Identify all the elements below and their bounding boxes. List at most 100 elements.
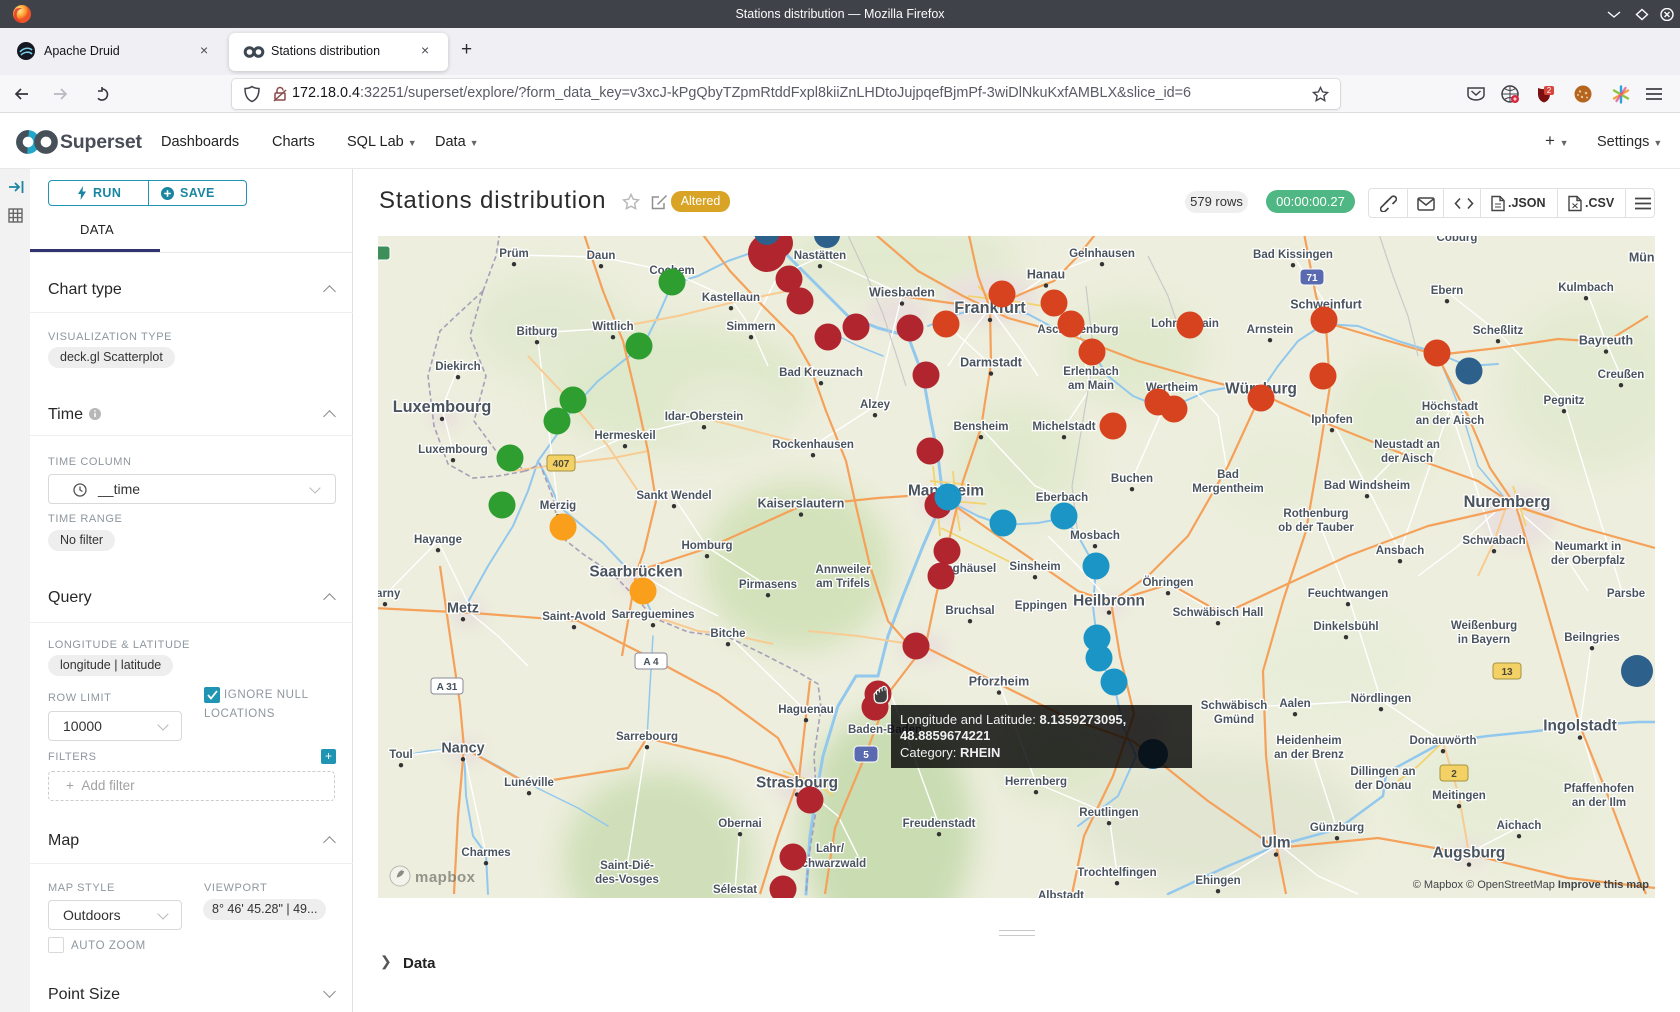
svg-text:2: 2 <box>1547 86 1552 95</box>
svg-text:Feuchtwangen: Feuchtwangen <box>1308 588 1389 600</box>
svg-text:Homburg: Homburg <box>681 540 732 552</box>
svg-text:Ulm: Ulm <box>1261 835 1290 852</box>
svg-text:Sarrebourg: Sarrebourg <box>616 731 678 743</box>
svg-text:an der Brenz: an der Brenz <box>1274 749 1344 761</box>
svg-text:Buchen: Buchen <box>1111 473 1153 485</box>
svg-text:2: 2 <box>1451 769 1457 780</box>
svg-text:Dinkelsbühl: Dinkelsbühl <box>1313 621 1378 633</box>
svg-text:Saarbrücken: Saarbrücken <box>589 564 682 581</box>
svg-text:Nastätten: Nastätten <box>794 250 846 262</box>
svg-text:Darmstadt: Darmstadt <box>960 356 1023 370</box>
svg-text:Iphofen: Iphofen <box>1311 414 1353 426</box>
svg-text:Lahr/: Lahr/ <box>816 843 845 855</box>
svg-text:Schwabach: Schwabach <box>1462 535 1525 547</box>
svg-text:Parsbe: Parsbe <box>1607 588 1645 600</box>
svg-text:Ingolstadt: Ingolstadt <box>1543 718 1617 735</box>
svg-text:13: 13 <box>1501 667 1513 678</box>
svg-text:Bayreuth: Bayreuth <box>1579 334 1633 348</box>
svg-text:Metz: Metz <box>447 600 479 616</box>
svg-text:Mergentheim: Mergentheim <box>1192 483 1264 495</box>
svg-text:Gmünd: Gmünd <box>1214 714 1254 726</box>
svg-text:Bad: Bad <box>1217 469 1239 481</box>
svg-text:der Oberpfalz: der Oberpfalz <box>1551 555 1625 567</box>
svg-text:Schwäbisch Hall: Schwäbisch Hall <box>1173 607 1264 619</box>
svg-text:Sélestat: Sélestat <box>713 884 757 896</box>
svg-text:Scheßlitz: Scheßlitz <box>1473 325 1524 337</box>
svg-text:Gelnhausen: Gelnhausen <box>1069 248 1135 260</box>
svg-text:Haguenau: Haguenau <box>778 704 834 716</box>
svg-text:Luxembourg: Luxembourg <box>418 444 488 456</box>
svg-text:Nuremberg: Nuremberg <box>1464 493 1551 511</box>
svg-text:der Donau: der Donau <box>1355 780 1412 792</box>
svg-text:Kulmbach: Kulmbach <box>1558 282 1614 294</box>
svg-text:Reutlingen: Reutlingen <box>1079 807 1138 819</box>
svg-text:Rockenhausen: Rockenhausen <box>772 439 854 451</box>
svg-text:Wiesbaden: Wiesbaden <box>869 286 935 300</box>
svg-text:Ansbach: Ansbach <box>1376 545 1425 557</box>
svg-text:Merzig: Merzig <box>540 500 576 512</box>
svg-text:Günzburg: Günzburg <box>1310 822 1364 834</box>
svg-text:Ebern: Ebern <box>1431 285 1464 297</box>
svg-text:ob der Tauber: ob der Tauber <box>1278 522 1354 534</box>
svg-text:A 31: A 31 <box>437 682 458 693</box>
svg-text:Hayange: Hayange <box>414 534 462 546</box>
svg-text:Augsburg: Augsburg <box>1433 845 1506 862</box>
svg-text:Sinsheim: Sinsheim <box>1009 561 1060 573</box>
svg-text:Heilbronn: Heilbronn <box>1073 593 1145 610</box>
svg-text:Nancy: Nancy <box>441 740 484 756</box>
svg-text:Münch: Münch <box>1629 251 1655 265</box>
svg-text:Hanau: Hanau <box>1027 268 1065 282</box>
svg-text:Wittlich: Wittlich <box>592 321 633 333</box>
svg-text:Kastellaun: Kastellaun <box>702 292 760 304</box>
svg-text:A 4: A 4 <box>643 657 659 668</box>
svg-text:Michelstadt: Michelstadt <box>1032 421 1095 433</box>
svg-text:Albstadt: Albstadt <box>1038 890 1084 898</box>
svg-text:Neustadt an: Neustadt an <box>1374 439 1440 451</box>
svg-text:Diekirch: Diekirch <box>435 361 480 373</box>
svg-text:Heidenheim: Heidenheim <box>1276 735 1341 747</box>
svg-text:Alzey: Alzey <box>860 399 891 411</box>
svg-text:Simmern: Simmern <box>726 321 775 333</box>
svg-text:Bitburg: Bitburg <box>517 326 558 338</box>
svg-text:Arnstein: Arnstein <box>1247 324 1294 336</box>
svg-text:Obernai: Obernai <box>718 818 761 830</box>
svg-text:Toul: Toul <box>389 749 412 761</box>
svg-text:Pegnitz: Pegnitz <box>1544 395 1585 407</box>
svg-text:an der Aisch: an der Aisch <box>1416 415 1485 427</box>
svg-text:Dillingen an: Dillingen an <box>1350 766 1415 778</box>
svg-text:Bad Windsheim: Bad Windsheim <box>1324 480 1410 492</box>
svg-text:Daun: Daun <box>587 250 616 262</box>
svg-text:Donauwörth: Donauwörth <box>1409 735 1476 747</box>
svg-text:Kaiserslautern: Kaiserslautern <box>758 497 845 511</box>
svg-text:Nördlingen: Nördlingen <box>1351 693 1412 705</box>
svg-text:Höchstadt: Höchstadt <box>1422 401 1478 413</box>
svg-text:Coburg: Coburg <box>1437 236 1478 244</box>
svg-text:Sankt Wendel: Sankt Wendel <box>636 490 711 502</box>
svg-text:Trochtelfingen: Trochtelfingen <box>1077 867 1156 879</box>
svg-text:Bensheim: Bensheim <box>954 421 1009 433</box>
svg-text:Prüm: Prüm <box>499 248 528 260</box>
svg-text:Pfaffenhofen: Pfaffenhofen <box>1564 783 1634 795</box>
svg-text:Sarreguemines: Sarreguemines <box>611 609 694 621</box>
svg-text:am Trifels: am Trifels <box>816 578 870 590</box>
svg-text:Pforzheim: Pforzheim <box>969 675 1029 689</box>
svg-text:Erlenbach: Erlenbach <box>1063 366 1119 378</box>
svg-text:Charmes: Charmes <box>461 847 510 859</box>
svg-text:Bitche: Bitche <box>710 628 745 640</box>
svg-text:Strasbourg: Strasbourg <box>756 775 838 792</box>
svg-text:Beilngries: Beilngries <box>1564 632 1620 644</box>
svg-text:in Bayern: in Bayern <box>1458 634 1510 646</box>
svg-text:Luxembourg: Luxembourg <box>393 398 492 416</box>
svg-text:71: 71 <box>1306 273 1318 284</box>
svg-text:Bad Kreuznach: Bad Kreuznach <box>779 367 863 379</box>
svg-text:Bad Kissingen: Bad Kissingen <box>1253 249 1333 261</box>
svg-text:Herrenberg: Herrenberg <box>1005 776 1067 788</box>
svg-text:407: 407 <box>553 459 570 470</box>
svg-text:am Main: am Main <box>1068 380 1114 392</box>
svg-text:Creußen: Creußen <box>1598 369 1645 381</box>
svg-text:des-Vosges: des-Vosges <box>595 874 659 886</box>
svg-text:Mosbach: Mosbach <box>1070 530 1120 542</box>
svg-text:Rothenburg: Rothenburg <box>1283 508 1348 520</box>
svg-text:Neumarkt in: Neumarkt in <box>1555 541 1621 553</box>
svg-text:Öhringen: Öhringen <box>1142 576 1193 589</box>
